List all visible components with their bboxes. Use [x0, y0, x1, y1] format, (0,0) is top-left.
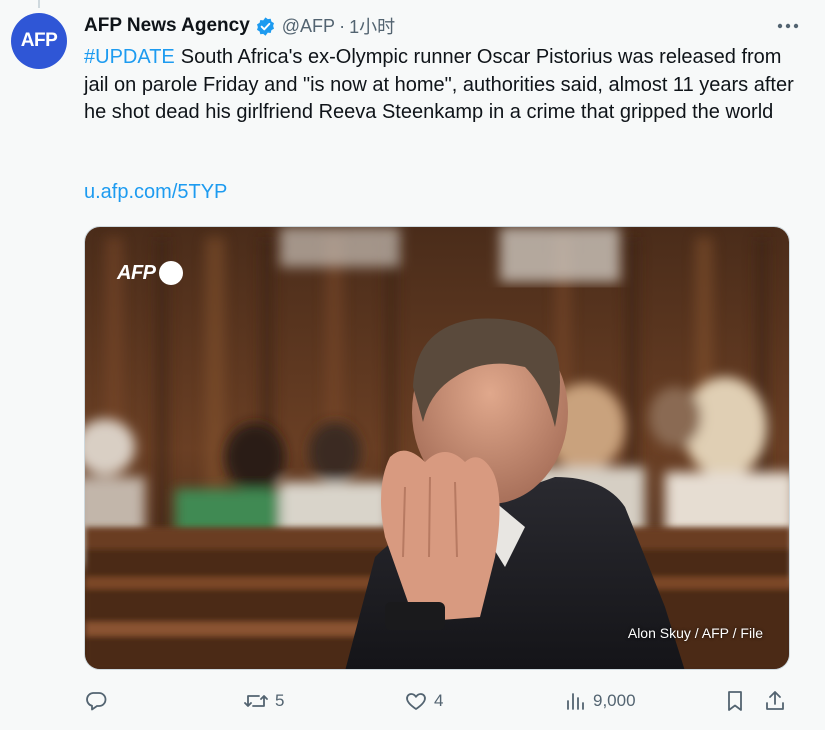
reply-icon [84, 689, 108, 713]
verified-badge-icon [255, 16, 276, 37]
tweet-link[interactable]: u.afp.com/5TYP [84, 181, 227, 204]
courtroom-photo [85, 227, 789, 669]
retweet-count: 5 [275, 691, 285, 710]
more-dots-icon[interactable] [773, 13, 803, 39]
reply-button[interactable] [84, 686, 114, 716]
tweet-header: AFP News Agency @AFP · 1小时 [84, 13, 805, 39]
bookmark-button[interactable] [724, 686, 746, 716]
views-button[interactable]: 9,000 [565, 686, 636, 716]
separator-dot: · [339, 15, 346, 36]
tweet-body: South Africa's ex-Olympic runner Oscar P… [84, 46, 794, 123]
author-name[interactable]: AFP News Agency [84, 15, 250, 37]
hashtag-link[interactable]: #UPDATE [84, 46, 175, 68]
like-count: 4 [434, 691, 444, 710]
bookmark-icon [724, 689, 746, 713]
afp-watermark-dot [158, 261, 183, 285]
views-icon [565, 689, 587, 713]
afp-watermark: AFP [117, 261, 183, 285]
timestamp[interactable]: 1小时 [349, 13, 395, 39]
avatar[interactable]: AFP [11, 13, 67, 69]
retweet-button[interactable]: 5 [243, 686, 284, 716]
photo-credit: Alon Skuy / AFP / File [627, 625, 763, 641]
share-button[interactable] [764, 686, 786, 716]
avatar-text: AFP [20, 30, 58, 51]
retweet-icon [243, 689, 269, 713]
thread-line [38, 0, 40, 8]
like-button[interactable]: 4 [404, 686, 443, 716]
tweet-actions: 5 4 9,000 [84, 686, 790, 716]
afp-watermark-text: AFP [117, 261, 156, 284]
tweet-text: #UPDATE South Africa's ex-Olympic runner … [84, 44, 794, 127]
tweet-photo[interactable]: AFP Alon Skuy / AFP / File [84, 226, 790, 670]
share-icon [764, 689, 786, 713]
author-handle[interactable]: @AFP [282, 16, 335, 37]
heart-icon [404, 689, 428, 713]
view-count: 9,000 [593, 691, 636, 710]
